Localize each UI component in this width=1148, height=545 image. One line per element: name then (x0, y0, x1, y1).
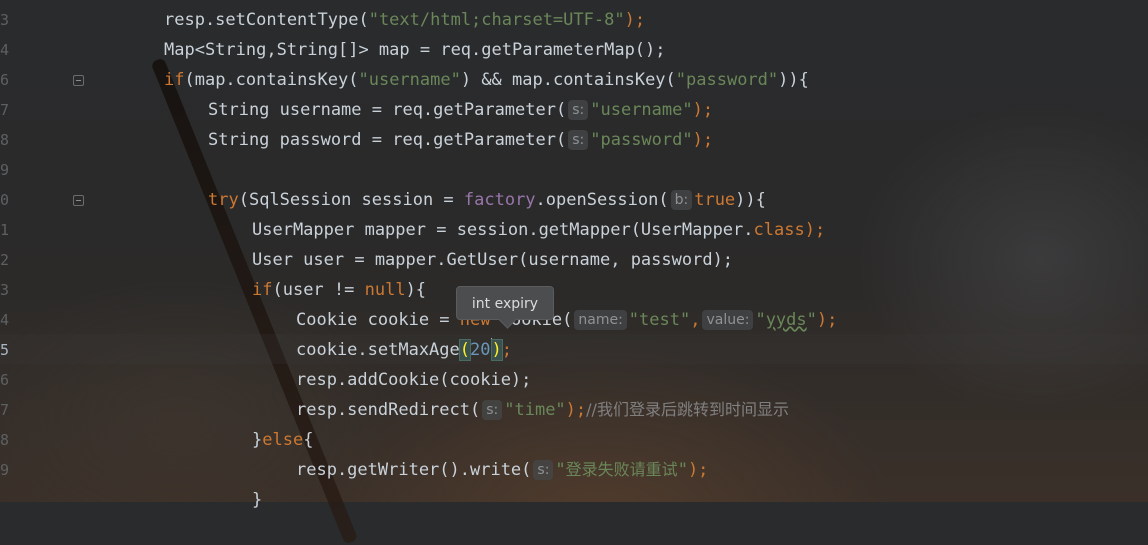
line-number: 6 (0, 371, 10, 389)
code-line[interactable]: resp.addCookie(cookie); (296, 365, 531, 395)
line-number: 9 (0, 461, 10, 479)
parameter-hint: s: (482, 400, 503, 420)
line-number: 3 (0, 11, 10, 29)
code-line[interactable]: String password = req.getParameter(s: "pa… (208, 125, 713, 155)
line-number: 8 (0, 431, 10, 449)
line-number: 7 (0, 101, 10, 119)
parameter-hint: s: (533, 460, 554, 480)
line-number: 0 (0, 191, 10, 209)
parameter-hint: b: (670, 190, 693, 210)
code-line[interactable]: resp.setContentType("text/html;charset=U… (164, 5, 645, 35)
code-line[interactable]: if(user != null){ (252, 275, 426, 305)
code-line[interactable]: String username = req.getParameter(s: "us… (208, 95, 713, 125)
matched-paren: ( (458, 339, 472, 361)
code-line[interactable]: resp.sendRedirect(s: "time");//我们登录后跳转到时间… (296, 395, 789, 425)
line-number: 4 (0, 311, 10, 329)
matched-paren: ) (490, 339, 503, 361)
parameter-hint: s: (568, 100, 589, 120)
line-number: 9 (0, 161, 10, 179)
line-number: 8 (0, 131, 10, 149)
line-number-current: 5 (0, 341, 10, 359)
parameter-info-tooltip: int expiry (456, 286, 554, 320)
line-number: 6 (0, 71, 10, 89)
code-line[interactable]: try(SqlSession session = factory.openSes… (208, 185, 766, 215)
typo-underlined-text: yyds (765, 310, 807, 330)
parameter-hint: s: (568, 130, 589, 150)
fold-toggle-icon[interactable] (73, 75, 84, 86)
line-number: 4 (0, 41, 10, 59)
line-number: 1 (0, 221, 10, 239)
line-number: 7 (0, 401, 10, 419)
parameter-hint: name: (574, 310, 627, 330)
line-number: 2 (0, 251, 10, 269)
code-line[interactable]: resp.getWriter().write(s: "登录失败请重试"); (296, 455, 708, 485)
code-comment: //我们登录后跳转到时间显示 (586, 400, 789, 419)
parameter-hint: value: (702, 310, 754, 330)
code-line-current[interactable]: cookie.setMaxAge(20); (296, 335, 512, 365)
line-number-gutter: 3 4 6 7 8 9 0 1 2 3 4 5 6 7 8 9 (0, 0, 22, 502)
line-number: 3 (0, 281, 10, 299)
code-line[interactable]: }else{ (252, 425, 313, 455)
code-line[interactable]: UserMapper mapper = session.getMapper(Us… (252, 215, 825, 245)
code-line[interactable]: Cookie cookie = new Cookie(name:"test",v… (296, 305, 837, 335)
current-line-highlight (0, 334, 1148, 364)
fold-toggle-icon[interactable] (73, 195, 84, 206)
code-line[interactable]: if(map.containsKey("username") && map.co… (164, 65, 809, 95)
code-line[interactable]: Map<String,String[]> map = req.getParame… (164, 35, 666, 65)
code-line[interactable]: } (252, 485, 262, 515)
code-line[interactable]: User user = mapper.GetUser(username, pas… (252, 245, 733, 275)
